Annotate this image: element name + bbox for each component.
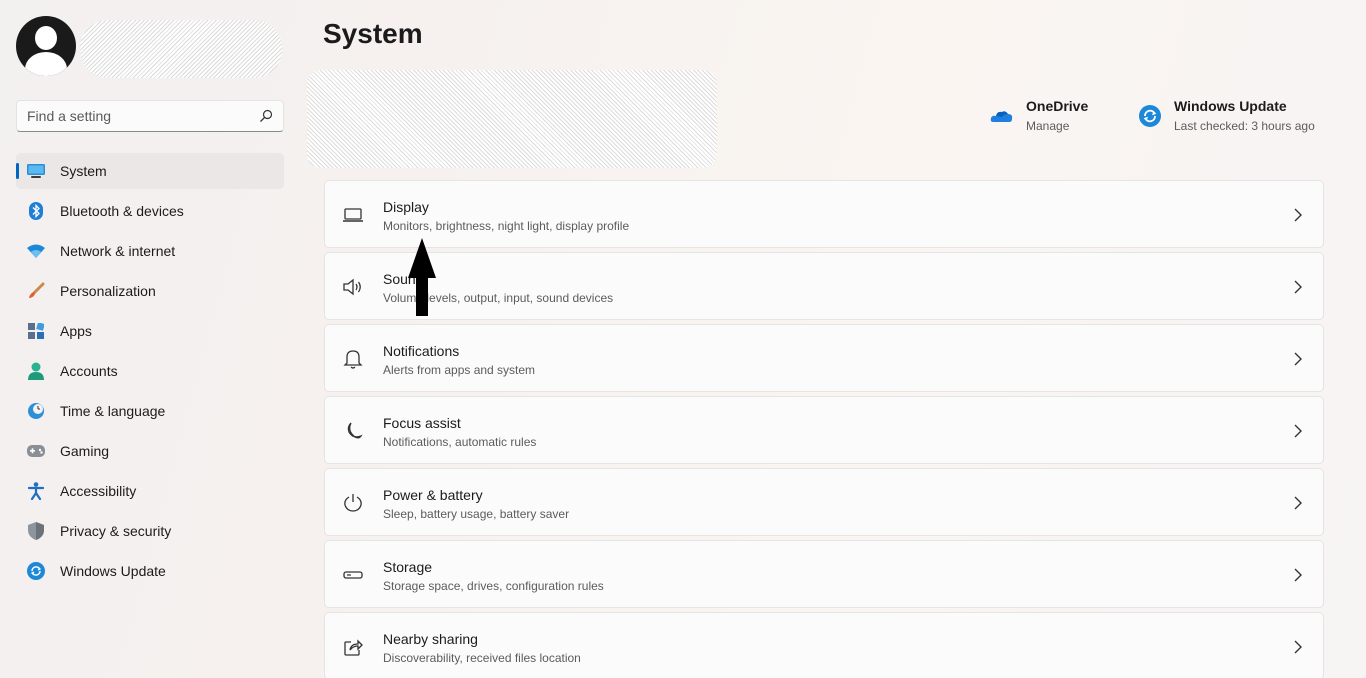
sidebar-nav: System Bluetooth & devices Network & int…: [16, 153, 284, 593]
apps-icon: [27, 322, 45, 340]
speaker-icon: [343, 278, 361, 296]
sidebar-item-time-language[interactable]: Time & language: [16, 393, 284, 429]
sidebar-item-label: Apps: [60, 323, 92, 339]
sidebar-item-apps[interactable]: Apps: [16, 313, 284, 349]
accessibility-icon: [27, 482, 45, 500]
sidebar-item-label: Privacy & security: [60, 523, 172, 539]
settings-list: Display Monitors, brightness, night ligh…: [324, 180, 1324, 678]
sidebar-item-label: Personalization: [60, 283, 156, 299]
card-subtitle: Monitors, brightness, night light, displ…: [383, 219, 630, 233]
card-sound[interactable]: Sound Volume levels, output, input, soun…: [324, 252, 1324, 320]
card-title: Power & battery: [383, 487, 483, 503]
sidebar-item-privacy-security[interactable]: Privacy & security: [16, 513, 284, 549]
gamepad-icon: [27, 442, 45, 460]
card-title: Storage: [383, 559, 433, 575]
sidebar-item-label: Gaming: [60, 443, 110, 459]
power-icon: [344, 494, 362, 512]
monitor-icon: [27, 162, 45, 180]
device-info-redacted: [307, 70, 717, 168]
sidebar-item-bluetooth-devices[interactable]: Bluetooth & devices: [16, 193, 284, 229]
chevron-right-icon: [1294, 496, 1302, 510]
chevron-right-icon: [1294, 640, 1302, 654]
card-subtitle: Storage space, drives, configuration rul…: [383, 579, 604, 593]
card-subtitle: Discoverability, received files location: [383, 651, 581, 665]
person-icon: [27, 362, 45, 380]
sidebar-item-label: System: [60, 163, 107, 179]
sidebar-item-windows-update[interactable]: Windows Update: [16, 553, 284, 589]
page-title: System: [323, 18, 423, 49]
annotation-arrow-icon: [408, 238, 436, 316]
sidebar-item-label: Windows Update: [60, 563, 166, 579]
clock-globe-icon: [27, 402, 45, 420]
card-display[interactable]: Display Monitors, brightness, night ligh…: [324, 180, 1324, 248]
sidebar-item-accounts[interactable]: Accounts: [16, 353, 284, 389]
username-redacted: [80, 20, 282, 78]
moon-icon: [347, 422, 363, 439]
sidebar-item-accessibility[interactable]: Accessibility: [16, 473, 284, 509]
card-subtitle: Notifications, automatic rules: [383, 435, 537, 449]
windows-update-link[interactable]: Windows Update Last checked: 3 hours ago: [1138, 98, 1315, 133]
card-nearby-sharing[interactable]: Nearby sharing Discoverability, received…: [324, 612, 1324, 678]
card-title: Display: [383, 199, 429, 215]
search-input[interactable]: [27, 108, 259, 124]
bluetooth-icon: [27, 202, 45, 220]
chevron-right-icon: [1294, 208, 1302, 222]
chevron-right-icon: [1294, 352, 1302, 366]
avatar[interactable]: [16, 16, 76, 76]
brush-icon: [27, 282, 45, 300]
display-icon: [343, 208, 363, 222]
card-title: Nearby sharing: [383, 631, 478, 647]
sidebar-item-label: Accounts: [60, 363, 118, 379]
onedrive-title: OneDrive: [1026, 98, 1089, 114]
sidebar-item-label: Network & internet: [60, 243, 176, 259]
sidebar: System Bluetooth & devices Network & int…: [0, 0, 300, 678]
cloud-icon: [990, 111, 1013, 122]
sidebar-item-label: Time & language: [60, 403, 166, 419]
sidebar-item-label: Bluetooth & devices: [60, 203, 184, 219]
chevron-right-icon: [1294, 568, 1302, 582]
update-icon: [1139, 105, 1161, 127]
sidebar-item-network[interactable]: Network & internet: [16, 233, 284, 269]
sidebar-item-personalization[interactable]: Personalization: [16, 273, 284, 309]
sidebar-item-label: Accessibility: [60, 483, 137, 499]
card-subtitle: Alerts from apps and system: [383, 363, 536, 377]
search-icon[interactable]: [259, 109, 273, 123]
shield-icon: [27, 522, 45, 540]
card-subtitle: Sleep, battery usage, battery saver: [383, 507, 570, 521]
update-icon: [27, 562, 45, 580]
card-power-battery[interactable]: Power & battery Sleep, battery usage, ba…: [324, 468, 1324, 536]
onedrive-subtitle: Manage: [1026, 119, 1070, 133]
card-focus-assist[interactable]: Focus assist Notifications, automatic ru…: [324, 396, 1324, 464]
share-icon: [344, 639, 363, 656]
chevron-right-icon: [1294, 280, 1302, 294]
sidebar-item-system[interactable]: System: [16, 153, 284, 189]
chevron-right-icon: [1294, 424, 1302, 438]
wifi-icon: [27, 242, 45, 260]
card-title: Focus assist: [383, 415, 461, 431]
card-storage[interactable]: Storage Storage space, drives, configura…: [324, 540, 1324, 608]
onedrive-link[interactable]: OneDrive Manage: [990, 98, 1088, 133]
windows-update-title: Windows Update: [1174, 98, 1287, 114]
bell-icon: [343, 350, 363, 369]
card-title: Notifications: [383, 343, 460, 359]
sidebar-item-gaming[interactable]: Gaming: [16, 433, 284, 469]
search-box[interactable]: [16, 100, 284, 132]
windows-update-subtitle: Last checked: 3 hours ago: [1174, 119, 1315, 133]
card-notifications[interactable]: Notifications Alerts from apps and syste…: [324, 324, 1324, 392]
drive-icon: [343, 571, 363, 579]
